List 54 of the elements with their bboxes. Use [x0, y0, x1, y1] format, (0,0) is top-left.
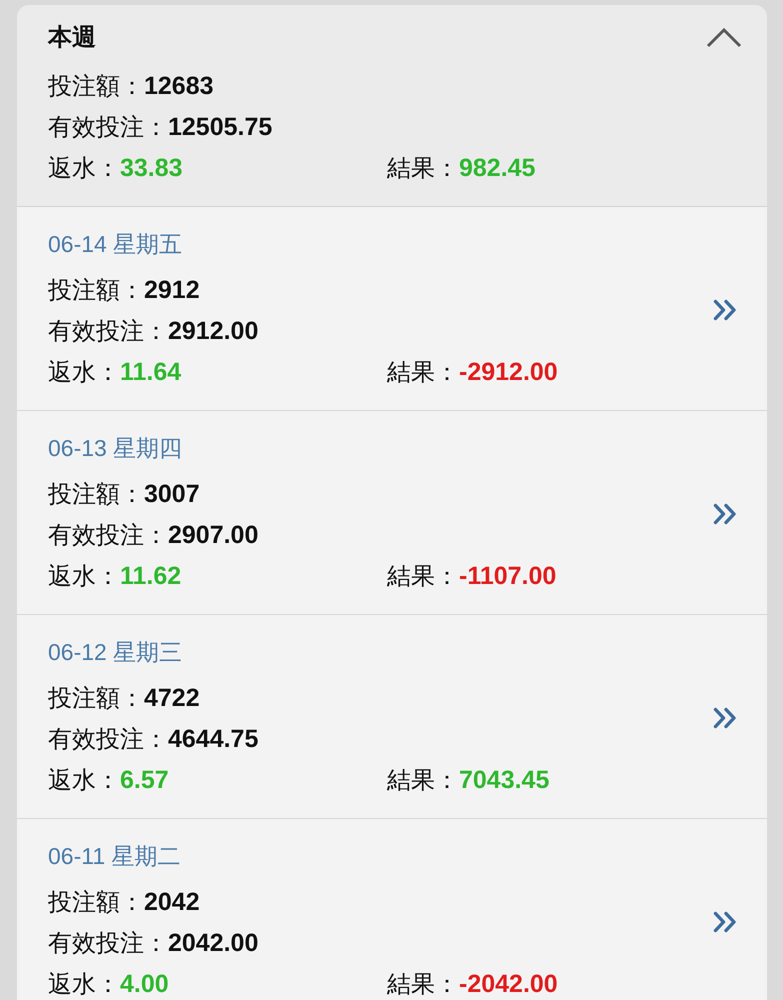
- stat-value: 4722: [144, 683, 200, 714]
- stat-value: 33.83: [120, 153, 183, 184]
- stat-label: 投注額：: [48, 684, 144, 714]
- stat-label: 投注額：: [48, 276, 144, 306]
- stat-value: 2912: [144, 275, 200, 306]
- stat-label: 結果：: [387, 970, 459, 1000]
- stat-value: 2042: [144, 887, 200, 918]
- stat-label: 結果：: [387, 358, 459, 388]
- chevron-up-icon[interactable]: [706, 28, 742, 48]
- stat-value: 2042.00: [168, 928, 258, 959]
- stat-value: 11.62: [120, 561, 182, 592]
- stat-label: 返水：: [48, 562, 120, 592]
- stat-label: 投注額：: [48, 888, 144, 918]
- stat-label: 投注額：: [48, 72, 144, 102]
- day-row[interactable]: 06-13 星期四 投注額：3007 有效投注：2907.00 返水：11.62 結果：-1107.00: [17, 411, 767, 615]
- stat-label: 返水：: [48, 970, 120, 1000]
- stat-value: 982.45: [459, 153, 536, 184]
- stat-label: 返水：: [48, 154, 120, 184]
- stat-value: 2912.00: [168, 316, 258, 347]
- stat-label: 有效投注：: [48, 929, 168, 959]
- stat-value: 2907.00: [168, 520, 258, 551]
- stat-label: 結果：: [387, 766, 459, 796]
- double-chevron-right-icon[interactable]: [713, 911, 737, 933]
- stat-label: 投注額：: [48, 480, 144, 510]
- stat-value: -2912.00: [459, 357, 558, 388]
- day-row[interactable]: 06-11 星期二 投注額：2042 有效投注：2042.00 返水：4.00 結果：-2042.00: [17, 819, 767, 1000]
- stat-label: 結果：: [387, 154, 459, 184]
- stat-label: 有效投注：: [48, 521, 168, 551]
- stat-value: 3007: [144, 479, 200, 510]
- stat-value: -2042.00: [459, 969, 558, 1000]
- stat-value: 4.00: [120, 969, 169, 1000]
- stat-value: 11.64: [120, 357, 182, 388]
- stat-label: 有效投注：: [48, 725, 168, 755]
- stat-value: 4644.75: [168, 724, 258, 755]
- stat-value: 7043.45: [459, 765, 550, 796]
- stat-value: -1107.00: [459, 561, 556, 592]
- stat-value: 12505.75: [168, 112, 272, 143]
- date-label: 06-14 星期五: [48, 230, 182, 259]
- date-label: 06-11 星期二: [48, 842, 181, 871]
- day-row[interactable]: 06-14 星期五 投注額：2912 有效投注：2912.00 返水：11.64 結果：-2912.00: [17, 207, 767, 411]
- stat-label: 有效投注：: [48, 317, 168, 347]
- stat-label: 返水：: [48, 358, 120, 388]
- double-chevron-right-icon[interactable]: [713, 707, 737, 729]
- stat-label: 返水：: [48, 766, 120, 796]
- stat-value: 6.57: [120, 765, 169, 796]
- double-chevron-right-icon[interactable]: [713, 299, 737, 321]
- stat-label: 有效投注：: [48, 113, 168, 143]
- summary-title: 本週: [48, 23, 96, 53]
- double-chevron-right-icon[interactable]: [713, 503, 737, 525]
- stat-label: 結果：: [387, 562, 459, 592]
- stat-value: 12683: [144, 71, 214, 102]
- date-label: 06-13 星期四: [48, 434, 182, 463]
- date-label: 06-12 星期三: [48, 638, 182, 667]
- day-row[interactable]: 06-12 星期三 投注額：4722 有效投注：4644.75 返水：6.57 結果：7043.45: [17, 615, 767, 819]
